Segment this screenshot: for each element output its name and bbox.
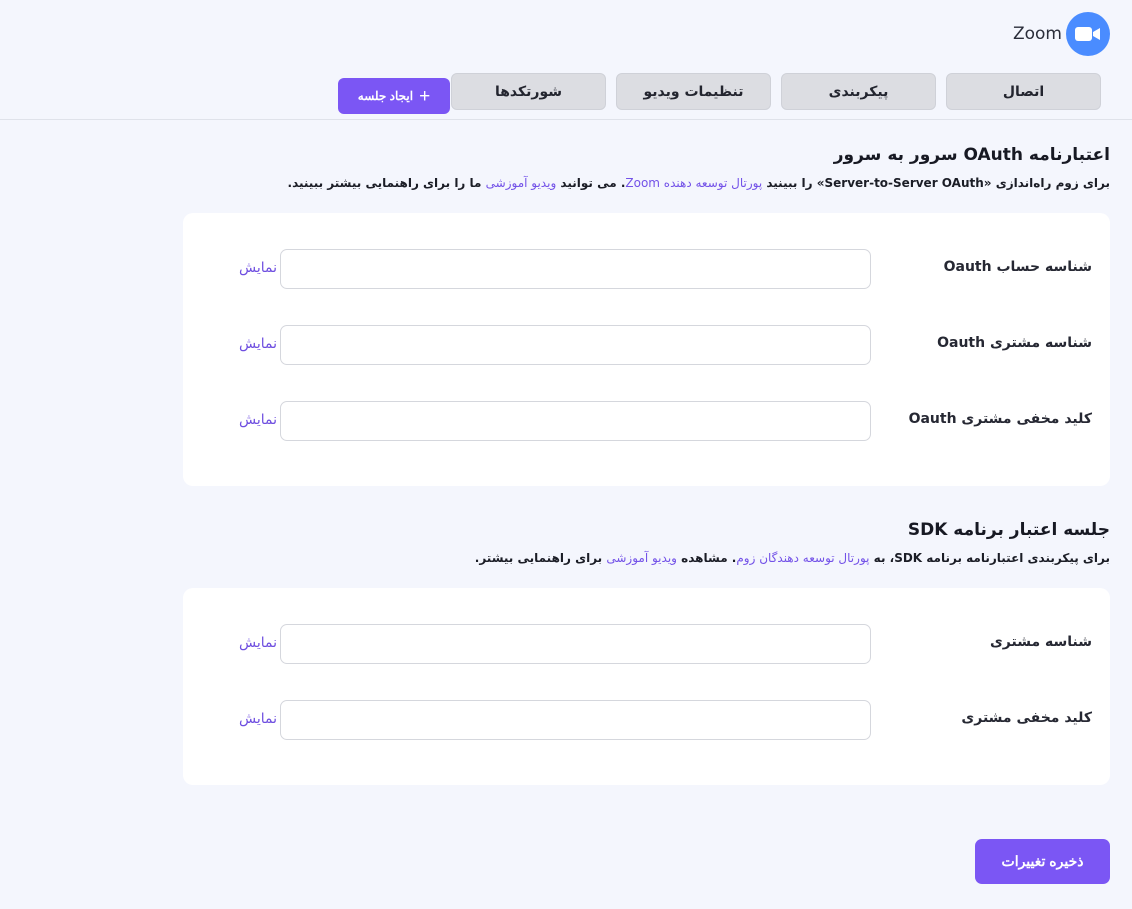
sdk-client-secret-show-toggle[interactable]: نمایش	[239, 711, 277, 727]
sdk-section-description: برای پیکربندی اعتبارنامه برنامه SDK، به …	[475, 551, 1110, 565]
sdk-client-id-row: شناسه مشتری نمایش	[183, 624, 1110, 664]
oauth-client-secret-show-toggle[interactable]: نمایش	[239, 412, 277, 428]
oauth-client-id-row: شناسه مشتری Oauth نمایش	[183, 325, 1110, 365]
oauth-account-id-show-toggle[interactable]: نمایش	[239, 260, 277, 276]
oauth-client-id-label: شناسه مشتری Oauth	[937, 335, 1092, 351]
oauth-section-title: اعتبارنامه OAuth سرور به سرور	[833, 145, 1110, 165]
oauth-account-id-label: شناسه حساب Oauth	[943, 259, 1092, 275]
oauth-account-id-input[interactable]	[280, 249, 871, 289]
sdk-credentials-card: شناسه مشتری نمایش کلید مخفی مشتری نمایش	[183, 588, 1110, 785]
sdk-desc-text-2: . مشاهده	[676, 551, 737, 565]
video-camera-icon	[1066, 12, 1110, 56]
oauth-client-id-input[interactable]	[280, 325, 871, 365]
save-changes-button[interactable]: ذخیره تغییرات	[975, 839, 1110, 884]
oauth-client-secret-label: کلید مخفی مشتری Oauth	[908, 411, 1092, 427]
zoom-developers-portal-link[interactable]: پورتال توسعه دهندگان زوم	[736, 551, 869, 565]
sdk-client-secret-input[interactable]	[280, 700, 871, 740]
sdk-tutorial-video-link[interactable]: ویدیو آموزشی	[606, 551, 677, 565]
sdk-client-secret-row: کلید مخفی مشتری نمایش	[183, 700, 1110, 740]
create-meeting-label: ایجاد جلسه	[357, 89, 414, 103]
plus-icon: +	[419, 85, 431, 107]
tab-configuration[interactable]: پیکربندی	[781, 73, 936, 110]
settings-page: Zoom اتصال پیکربندی تنظیمات ویدیو شورتکد…	[0, 0, 1132, 909]
sdk-desc-text-3: برای راهنمایی بیشتر.	[474, 551, 607, 565]
sdk-client-id-show-toggle[interactable]: نمایش	[239, 635, 277, 651]
tab-video-settings[interactable]: تنظیمات ویدیو	[616, 73, 771, 110]
oauth-credentials-card: شناسه حساب Oauth نمایش شناسه مشتری Oauth…	[183, 213, 1110, 486]
header-divider	[0, 119, 1132, 120]
brand: Zoom	[1013, 12, 1110, 56]
oauth-desc-text-3: ما را برای راهنمایی بیشتر ببینید.	[287, 176, 486, 190]
zoom-developer-portal-link[interactable]: پورتال توسعه دهنده Zoom	[625, 176, 762, 190]
oauth-section-description: برای زوم راه‌اندازی «Server-to-Server OA…	[288, 176, 1110, 190]
oauth-account-id-row: شناسه حساب Oauth نمایش	[183, 249, 1110, 289]
sdk-client-secret-label: کلید مخفی مشتری	[961, 710, 1092, 726]
sdk-desc-text-1: برای پیکربندی اعتبارنامه برنامه SDK، به	[869, 551, 1110, 565]
tab-bar: اتصال پیکربندی تنظیمات ویدیو شورتکدها	[451, 73, 1101, 110]
sdk-section-title: جلسه اعتبار برنامه SDK	[907, 520, 1110, 540]
sdk-client-id-input[interactable]	[280, 624, 871, 664]
oauth-client-secret-input[interactable]	[280, 401, 871, 441]
oauth-desc-text-2: . می توانید	[556, 176, 626, 190]
tab-connection[interactable]: اتصال	[946, 73, 1101, 110]
tab-shortcodes[interactable]: شورتکدها	[451, 73, 606, 110]
brand-name: Zoom	[1012, 24, 1062, 44]
oauth-desc-text-1: برای زوم راه‌اندازی «Server-to-Server OA…	[762, 176, 1110, 190]
oauth-client-id-show-toggle[interactable]: نمایش	[239, 336, 277, 352]
oauth-client-secret-row: کلید مخفی مشتری Oauth نمایش	[183, 401, 1110, 441]
sdk-client-id-label: شناسه مشتری	[989, 634, 1092, 650]
create-meeting-button[interactable]: + ایجاد جلسه	[338, 78, 450, 114]
oauth-tutorial-video-link[interactable]: ویدیو آموزشی	[486, 176, 557, 190]
